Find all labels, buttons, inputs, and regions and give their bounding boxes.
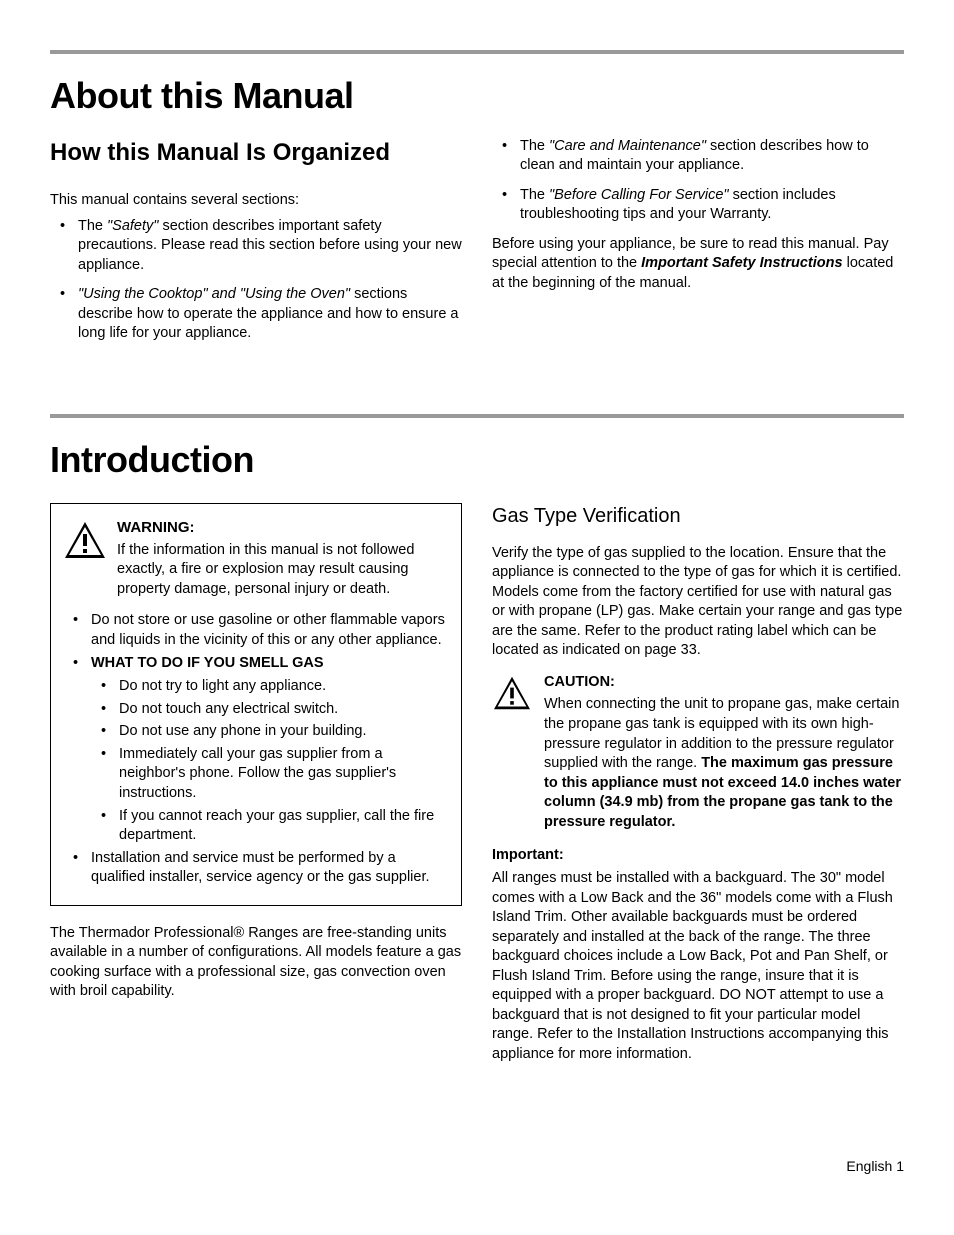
warning-header-text: WARNING: If the information in this manu… bbox=[117, 518, 449, 600]
heading-introduction: Introduction bbox=[50, 436, 904, 485]
intro-col-left: WARNING: If the information in this manu… bbox=[50, 503, 462, 1077]
list-item: The "Care and Maintenance" section descr… bbox=[492, 137, 904, 176]
caution-block: CAUTION: When connecting the unit to pro… bbox=[492, 673, 904, 833]
divider-top-2 bbox=[50, 414, 904, 418]
list-item: Do not touch any electrical switch. bbox=[91, 700, 449, 720]
caution-text: CAUTION: When connecting the unit to pro… bbox=[544, 673, 904, 833]
about-col-right: The "Care and Maintenance" section descr… bbox=[492, 137, 904, 354]
list-item: Installation and service must be perform… bbox=[63, 849, 449, 888]
heading-gas-verification: Gas Type Verification bbox=[492, 503, 904, 530]
important-body: All ranges must be installed with a back… bbox=[492, 869, 904, 1065]
about-columns: How this Manual Is Organized This manual… bbox=[50, 137, 904, 354]
intro-col-right: Gas Type Verification Verify the type of… bbox=[492, 503, 904, 1077]
warning-body: If the information in this manual is not… bbox=[117, 541, 449, 600]
list-item: Do not use any phone in your building. bbox=[91, 722, 449, 742]
gas-paragraph: Verify the type of gas supplied to the l… bbox=[492, 544, 904, 661]
warning-box: WARNING: If the information in this manu… bbox=[50, 503, 462, 906]
intro-columns: WARNING: If the information in this manu… bbox=[50, 503, 904, 1077]
list-item: If you cannot reach your gas supplier, c… bbox=[91, 807, 449, 846]
warning-triangle-icon bbox=[63, 520, 107, 560]
left-bullet-list: The "Safety" section describes important… bbox=[50, 217, 462, 344]
caution-label: CAUTION: bbox=[544, 673, 904, 693]
warning-bullets: Do not store or use gasoline or other fl… bbox=[63, 611, 449, 887]
list-item: Immediately call your gas supplier from … bbox=[91, 745, 449, 804]
intro-paragraph: The Thermador Professional® Ranges are f… bbox=[50, 924, 462, 1002]
intro-text: This manual contains several sections: bbox=[50, 191, 462, 211]
important-label: Important: bbox=[492, 846, 904, 866]
about-col-left: How this Manual Is Organized This manual… bbox=[50, 137, 462, 354]
heading-about-manual: About this Manual bbox=[50, 72, 904, 121]
list-item: "Using the Cooktop" and "Using the Oven"… bbox=[50, 285, 462, 344]
list-item: Do not store or use gasoline or other fl… bbox=[63, 611, 449, 650]
list-item: The "Safety" section describes important… bbox=[50, 217, 462, 276]
caution-triangle-icon bbox=[492, 675, 532, 711]
divider-top-1 bbox=[50, 50, 904, 54]
warning-label: WARNING: bbox=[117, 518, 449, 538]
list-item: WHAT TO DO IF YOU SMELL GAS Do not try t… bbox=[63, 654, 449, 846]
list-item: The "Before Calling For Service" section… bbox=[492, 186, 904, 225]
closing-para: Before using your appliance, be sure to … bbox=[492, 235, 904, 294]
smell-gas-sublist: Do not try to light any appliance. Do no… bbox=[91, 677, 449, 846]
warning-header: WARNING: If the information in this manu… bbox=[63, 518, 449, 600]
subheading-organized: How this Manual Is Organized bbox=[50, 137, 462, 169]
list-item: Do not try to light any appliance. bbox=[91, 677, 449, 697]
page-footer: English 1 bbox=[50, 1157, 904, 1176]
right-bullet-list: The "Care and Maintenance" section descr… bbox=[492, 137, 904, 225]
